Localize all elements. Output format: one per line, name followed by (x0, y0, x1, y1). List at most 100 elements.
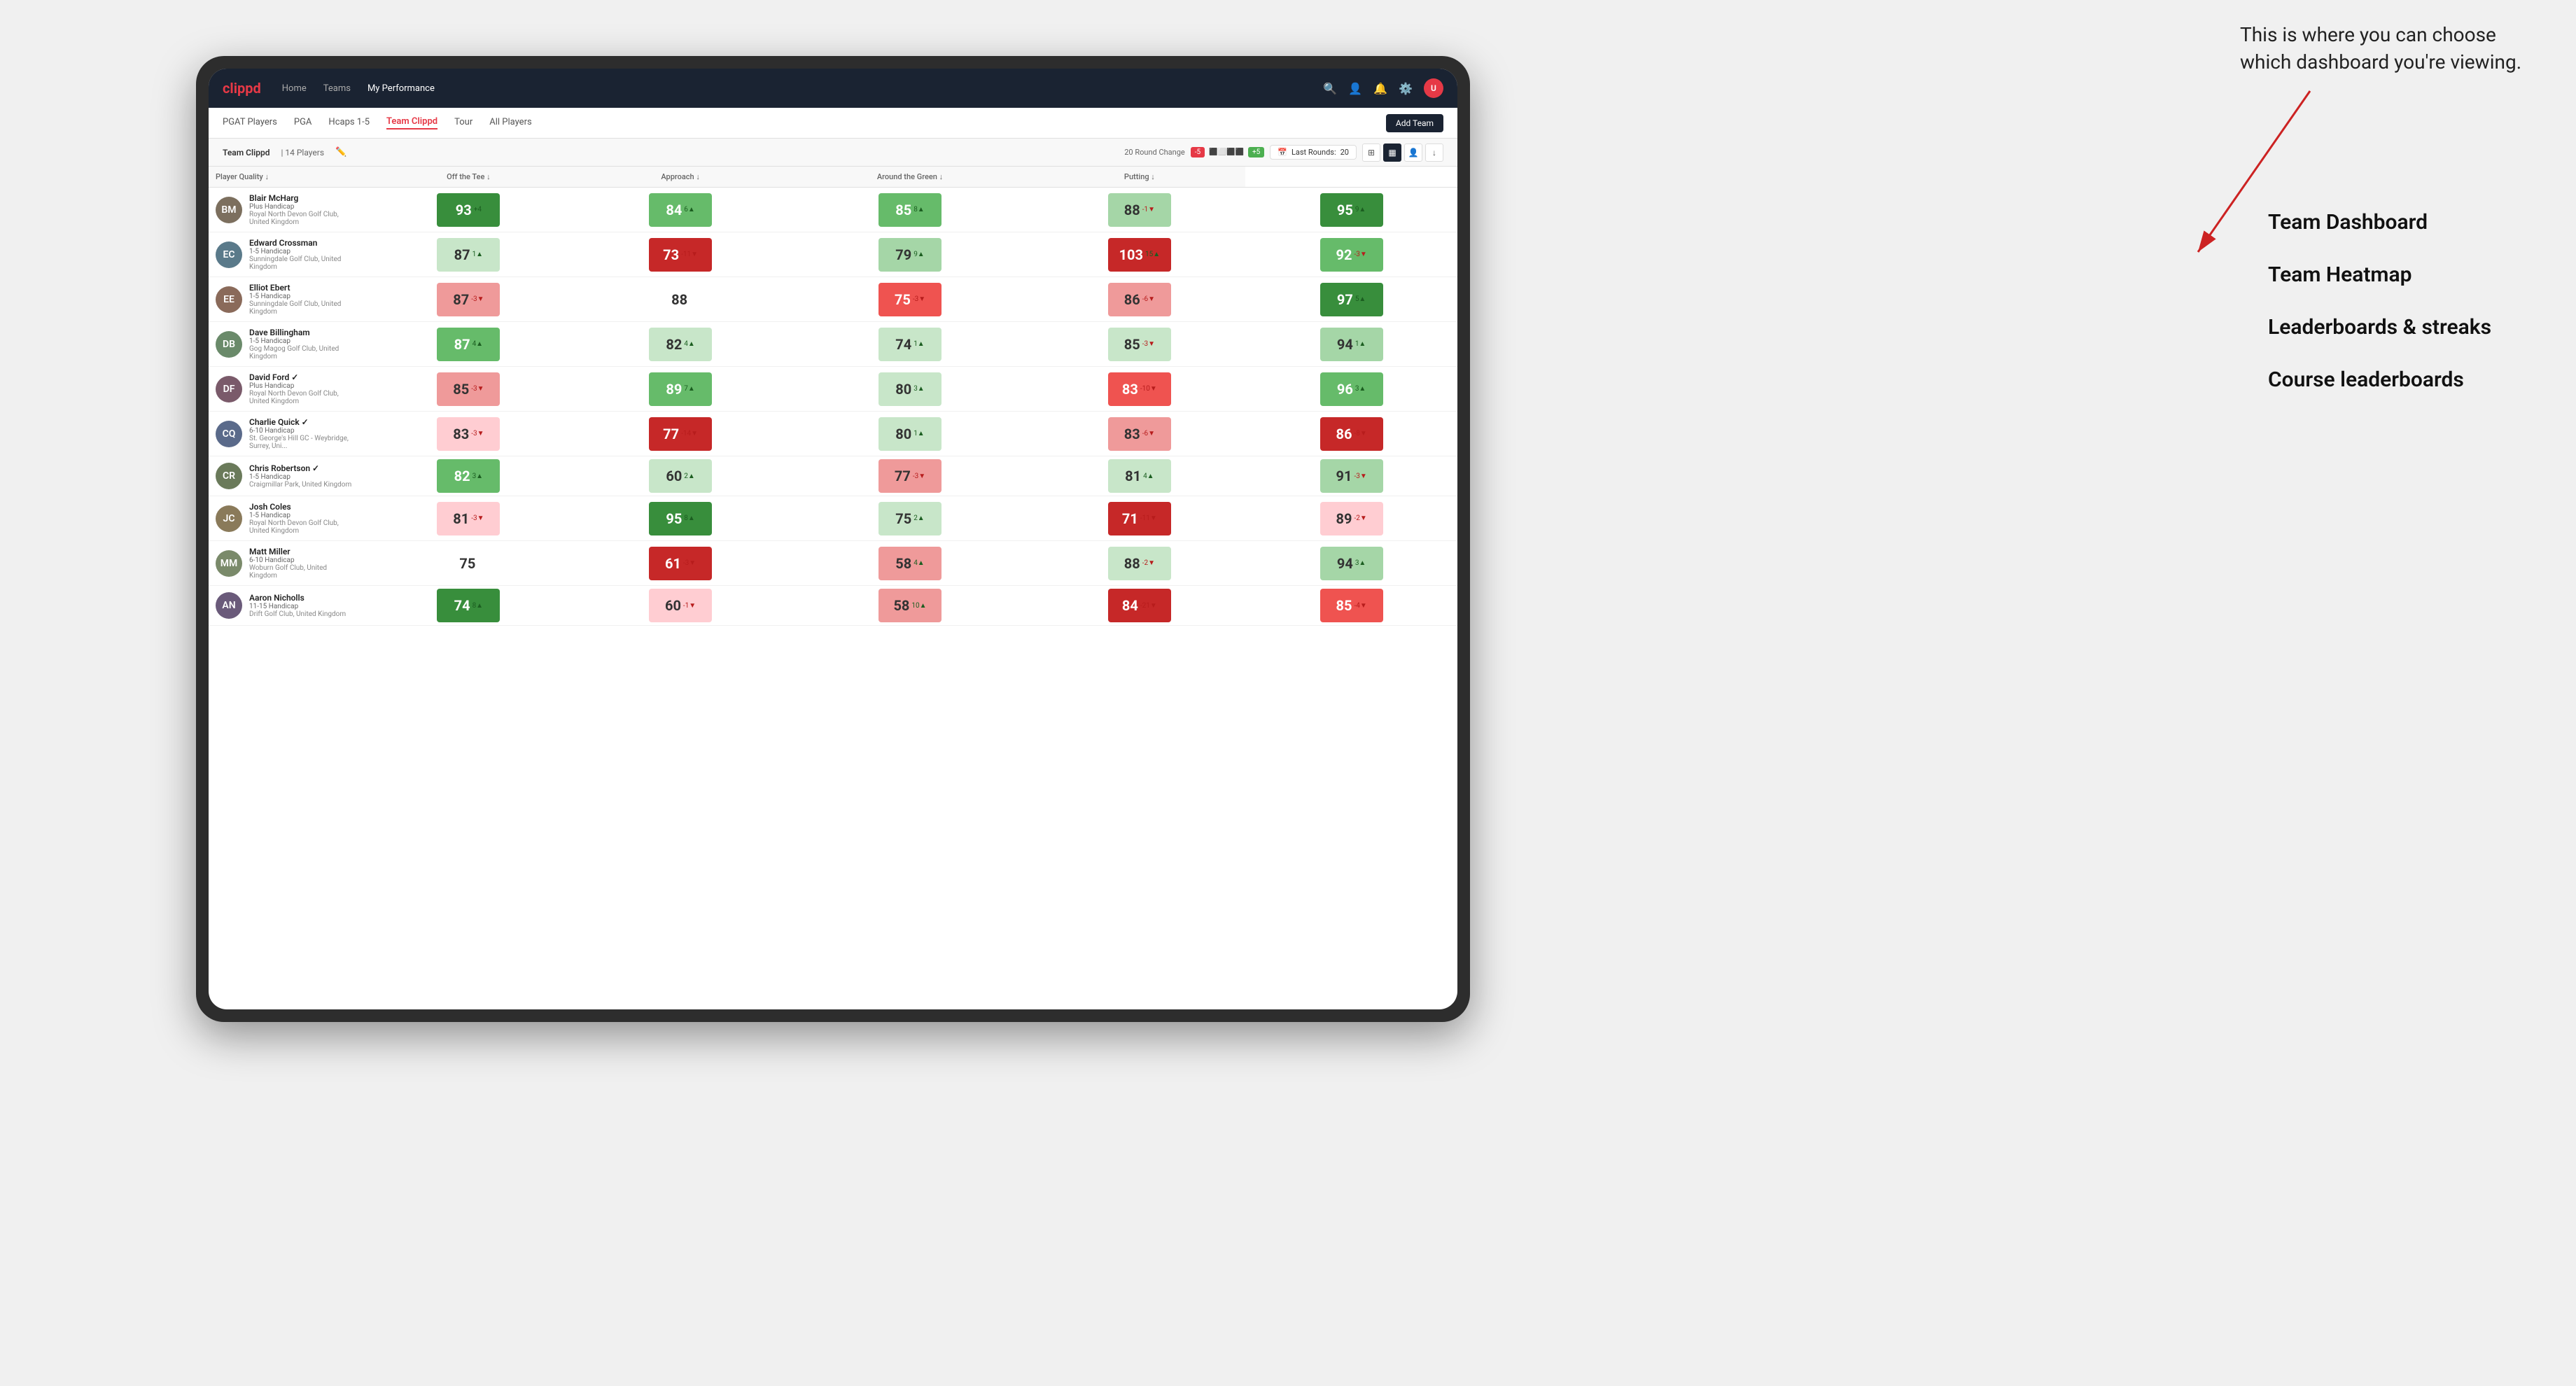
sub-nav-hcaps[interactable]: Hcaps 1-5 (328, 117, 370, 129)
score-value: 84 (1122, 597, 1138, 614)
score-value: 74 (895, 336, 911, 353)
add-team-button[interactable]: Add Team (1386, 114, 1443, 132)
view-heatmap-button[interactable]: ▦ (1383, 144, 1401, 162)
search-icon[interactable]: 🔍 (1323, 82, 1337, 95)
score-change: -21▼ (1140, 602, 1157, 610)
settings-icon[interactable]: ⚙️ (1399, 82, 1413, 95)
score-cell-player-quality: 87 1▲ (363, 232, 575, 277)
score-box: 85 8▲ (878, 193, 941, 227)
score-change: -3▼ (471, 295, 484, 303)
score-value: 89 (1336, 510, 1352, 527)
team-header: Team Clippd | 14 Players ✏️ 20 Round Cha… (209, 139, 1457, 167)
player-handicap: Plus Handicap (249, 203, 356, 211)
score-value: 74 (454, 597, 470, 614)
score-value: 80 (895, 381, 911, 398)
player-name: Josh Coles (249, 502, 356, 512)
score-value: 85 (895, 202, 911, 218)
score-value: 88 (1124, 555, 1140, 572)
player-cell: JC Josh Coles 1-5 Handicap Royal North D… (209, 496, 363, 540)
score-box: 61 -3▼ (649, 547, 712, 580)
score-cell-off-tee: 60 2▲ (575, 456, 787, 496)
person-icon[interactable]: 👤 (1348, 82, 1362, 95)
table-row[interactable]: DB Dave Billingham 1-5 Handicap Gog Mago… (209, 322, 1457, 367)
score-change: -2▼ (1354, 514, 1366, 522)
view-person-button[interactable]: 👤 (1404, 144, 1422, 162)
score-box: 60 2▲ (649, 459, 712, 493)
user-avatar[interactable]: U (1424, 78, 1443, 98)
score-change: -1▼ (1142, 206, 1155, 214)
table-row[interactable]: MM Matt Miller 6-10 Handicap Woburn Golf… (209, 541, 1457, 586)
sub-nav-pgat[interactable]: PGAT Players (223, 117, 277, 129)
score-value: 93 (456, 202, 472, 218)
notifications-icon[interactable]: 🔔 (1373, 82, 1387, 95)
score-cell-approach: 75 -3▼ (786, 277, 1033, 322)
player-cell: DF David Ford ✓ Plus Handicap Royal Nort… (209, 367, 363, 411)
player-handicap: 1-5 Handicap (249, 337, 356, 345)
player-info: Elliot Ebert 1-5 Handicap Sunningdale Go… (249, 283, 356, 316)
score-cell-approach: 58 10▲ (786, 586, 1033, 626)
score-box: 81 -3▼ (437, 502, 500, 536)
nav-my-performance[interactable]: My Performance (368, 83, 435, 94)
score-value: 95 (1337, 202, 1353, 218)
score-value: 97 (1337, 291, 1353, 308)
score-value: 94 (1337, 336, 1353, 353)
table-row[interactable]: EE Elliot Ebert 1-5 Handicap Sunningdale… (209, 277, 1457, 322)
table-row[interactable]: EC Edward Crossman 1-5 Handicap Sunningd… (209, 232, 1457, 277)
player-avatar: EC (216, 241, 242, 268)
score-change: -3▼ (683, 559, 696, 567)
nav-links: Home Teams My Performance (282, 83, 1324, 94)
table-row[interactable]: CR Chris Robertson ✓ 1-5 Handicap Craigm… (209, 456, 1457, 496)
score-cell-putting: 85 -4▼ (1245, 586, 1457, 626)
score-value: 88 (1124, 202, 1140, 218)
score-box: 85 -3▼ (1108, 328, 1171, 361)
score-box: 85 -4▼ (1320, 589, 1383, 622)
player-cell: DB Dave Billingham 1-5 Handicap Gog Mago… (209, 322, 363, 366)
score-box: 97 5▲ (1320, 283, 1383, 316)
badge-divider: ⬛⬜⬛⬛ (1208, 148, 1245, 156)
score-change: 3▲ (913, 385, 925, 393)
player-avatar: CQ (216, 421, 242, 447)
player-info: Blair McHarg Plus Handicap Royal North D… (249, 193, 356, 226)
score-cell-around-green: 88 -2▼ (1034, 541, 1246, 586)
score-value: 82 (666, 336, 682, 353)
score-value: 85 (1336, 597, 1352, 614)
score-change: -3▼ (913, 472, 925, 480)
score-cell-player-quality: 87 4▲ (363, 322, 575, 367)
table-row[interactable]: JC Josh Coles 1-5 Handicap Royal North D… (209, 496, 1457, 541)
score-box: 83 -10▼ (1108, 372, 1171, 406)
edit-icon[interactable]: ✏️ (335, 147, 346, 158)
top-nav: clippd Home Teams My Performance 🔍 👤 🔔 ⚙… (209, 69, 1457, 108)
player-info: Chris Robertson ✓ 1-5 Handicap Craigmill… (249, 463, 351, 489)
view-grid-button[interactable]: ⊞ (1362, 144, 1380, 162)
score-cell-player-quality: 81 -3▼ (363, 496, 575, 541)
sub-nav-all-players[interactable]: All Players (489, 117, 531, 129)
nav-teams[interactable]: Teams (323, 83, 351, 94)
score-cell-around-green: 81 4▲ (1034, 456, 1246, 496)
score-value: 87 (453, 291, 469, 308)
score-change: 1▲ (913, 430, 925, 438)
player-club: Drift Golf Club, United Kingdom (249, 610, 346, 618)
score-cell-putting: 94 1▲ (1245, 322, 1457, 367)
table-row[interactable]: CQ Charlie Quick ✓ 6-10 Handicap St. Geo… (209, 412, 1457, 456)
sub-nav-team-clippd[interactable]: Team Clippd (386, 116, 438, 130)
sub-nav-links: PGAT Players PGA Hcaps 1-5 Team Clippd T… (223, 116, 1386, 130)
table-row[interactable]: BM Blair McHarg Plus Handicap Royal Nort… (209, 188, 1457, 232)
score-cell-off-tee: 88 (575, 277, 787, 322)
score-change: 1▲ (1355, 340, 1366, 348)
score-change: 4▲ (472, 340, 484, 348)
last-rounds-button[interactable]: 📅 Last Rounds: 20 (1270, 145, 1357, 160)
sub-nav-pga[interactable]: PGA (294, 117, 312, 129)
score-change: -3▼ (1354, 251, 1366, 258)
score-cell-approach: 79 9▲ (786, 232, 1033, 277)
score-change: -3▼ (471, 385, 484, 393)
nav-home[interactable]: Home (282, 83, 307, 94)
sub-nav-tour[interactable]: Tour (454, 117, 472, 129)
score-value: 81 (1125, 468, 1141, 484)
table-row[interactable]: AN Aaron Nicholls 11-15 Handicap Drift G… (209, 586, 1457, 626)
table-row[interactable]: DF David Ford ✓ Plus Handicap Royal Nort… (209, 367, 1457, 412)
score-cell-off-tee: 84 6▲ (575, 188, 787, 232)
score-cell-off-tee: 95 8▲ (575, 496, 787, 541)
view-download-button[interactable]: ↓ (1425, 144, 1443, 162)
score-cell-player-quality: 74 8▲ (363, 586, 575, 626)
player-handicap: 1-5 Handicap (249, 293, 356, 300)
